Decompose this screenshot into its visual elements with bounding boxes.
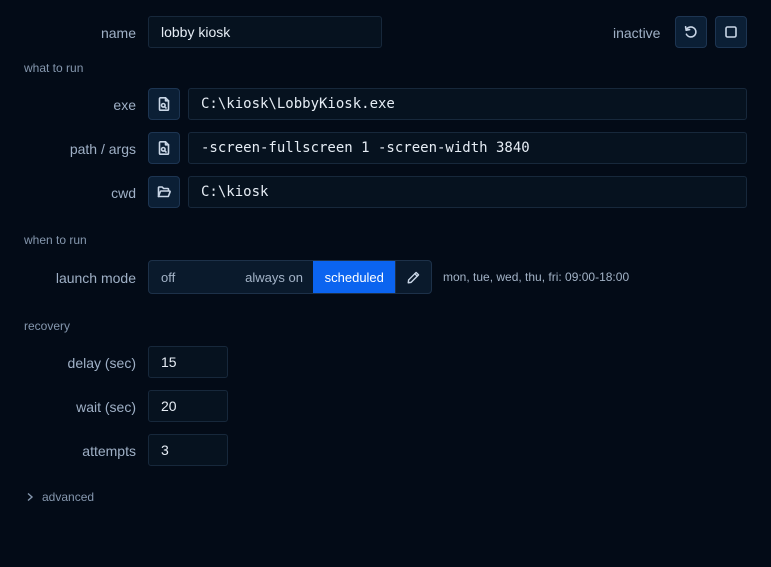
launch-mode-scheduled[interactable]: scheduled: [313, 261, 396, 293]
cwd-field[interactable]: C:\kiosk: [188, 176, 747, 208]
attempts-value: 3: [161, 442, 169, 458]
delay-input[interactable]: 15: [148, 346, 228, 378]
chevron-right-icon: [27, 492, 34, 502]
square-icon: [725, 26, 737, 38]
advanced-label: advanced: [42, 490, 95, 504]
launch-mode-selector[interactable]: off always on scheduled: [148, 260, 432, 294]
stop-button[interactable]: [715, 16, 747, 48]
section-recovery: recovery: [24, 319, 71, 333]
process-editor: name lobby kiosk inactive what to run ex…: [0, 0, 771, 567]
exe-field[interactable]: C:\kiosk\LobbyKiosk.exe: [188, 88, 747, 120]
section-when-to-run: when to run: [24, 233, 87, 247]
advanced-toggle[interactable]: advanced: [26, 490, 94, 504]
args-field[interactable]: -screen-fullscreen 1 -screen-width 3840: [188, 132, 747, 164]
cwd-value: C:\kiosk: [201, 184, 269, 200]
edit-schedule-button[interactable]: [395, 261, 431, 293]
browse-exe-button[interactable]: [148, 88, 180, 120]
attempts-input[interactable]: 3: [148, 434, 228, 466]
file-search-icon: [158, 97, 170, 111]
status-text: inactive: [613, 25, 661, 41]
launch-mode-label: launch mode: [55, 270, 136, 286]
wait-input[interactable]: 20: [148, 390, 228, 422]
pencil-icon: [407, 271, 420, 283]
launch-mode-off[interactable]: off: [149, 261, 235, 293]
args-value: -screen-fullscreen 1 -screen-width 3840: [201, 140, 530, 156]
name-label: name: [100, 25, 136, 41]
cwd-label: cwd: [111, 185, 136, 201]
delay-label: delay (sec): [67, 355, 136, 371]
file-search-icon: [158, 141, 170, 155]
browse-args-button[interactable]: [148, 132, 180, 164]
name-field[interactable]: lobby kiosk: [148, 16, 382, 48]
delay-value: 15: [161, 354, 177, 370]
browse-cwd-button[interactable]: [148, 176, 180, 208]
launch-mode-always-on[interactable]: always on: [235, 261, 314, 293]
folder-open-icon: [157, 186, 171, 198]
args-label: path / args: [69, 141, 136, 157]
wait-value: 20: [161, 398, 177, 414]
rotate-ccw-icon: [684, 26, 697, 38]
schedule-summary: mon, tue, wed, thu, fri: 09:00-18:00: [443, 270, 630, 284]
name-value: lobby kiosk: [161, 24, 231, 40]
wait-label: wait (sec): [76, 399, 136, 415]
exe-label: exe: [113, 97, 136, 113]
attempts-label: attempts: [82, 443, 136, 459]
section-what-to-run: what to run: [24, 61, 84, 75]
restart-button[interactable]: [675, 16, 707, 48]
exe-value: C:\kiosk\LobbyKiosk.exe: [201, 96, 395, 112]
